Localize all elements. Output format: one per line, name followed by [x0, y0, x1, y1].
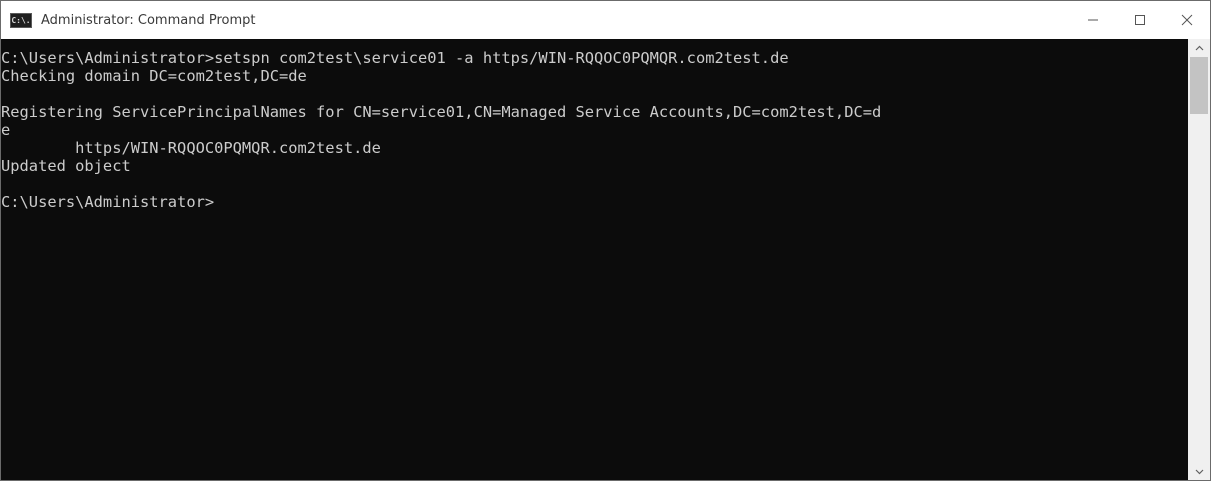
- console-line: Updated object: [1, 157, 131, 175]
- maximize-icon: [1134, 15, 1145, 25]
- minimize-icon: [1087, 19, 1098, 21]
- scroll-up-button[interactable]: [1188, 39, 1210, 56]
- console-line: Checking domain DC=com2test,DC=de: [1, 67, 307, 85]
- console-line: Registering ServicePrincipalNames for CN…: [1, 103, 882, 121]
- maximize-button[interactable]: [1116, 1, 1163, 39]
- console-prompt-line: C:\Users\Administrator>: [1, 193, 215, 211]
- minimize-button[interactable]: [1069, 1, 1116, 39]
- close-button[interactable]: [1163, 1, 1210, 39]
- close-icon: [1181, 14, 1192, 26]
- console-line: https/WIN-RQQOC0PQMQR.com2test.de: [1, 139, 381, 157]
- chevron-up-icon: [1195, 45, 1203, 50]
- vertical-scrollbar[interactable]: [1188, 39, 1210, 480]
- console-output[interactable]: C:\Users\Administrator>setspn com2test\s…: [1, 39, 1188, 480]
- console-line: [1, 85, 1188, 103]
- window-title: Administrator: Command Prompt: [41, 12, 256, 28]
- console-app-icon[interactable]: C:\.: [10, 12, 32, 28]
- command-prompt-window: C:\. Administrator: Command Prompt C:\Us…: [0, 0, 1211, 481]
- scrollbar-thumb[interactable]: [1190, 57, 1208, 114]
- console-line: C:\Users\Administrator>setspn com2test\s…: [1, 49, 789, 67]
- window-controls: [1069, 1, 1210, 39]
- console-line: e: [1, 121, 11, 139]
- chevron-down-icon: [1195, 469, 1203, 474]
- title-bar[interactable]: C:\. Administrator: Command Prompt: [1, 1, 1210, 39]
- console-line: [1, 175, 1188, 193]
- scroll-down-button[interactable]: [1188, 463, 1210, 480]
